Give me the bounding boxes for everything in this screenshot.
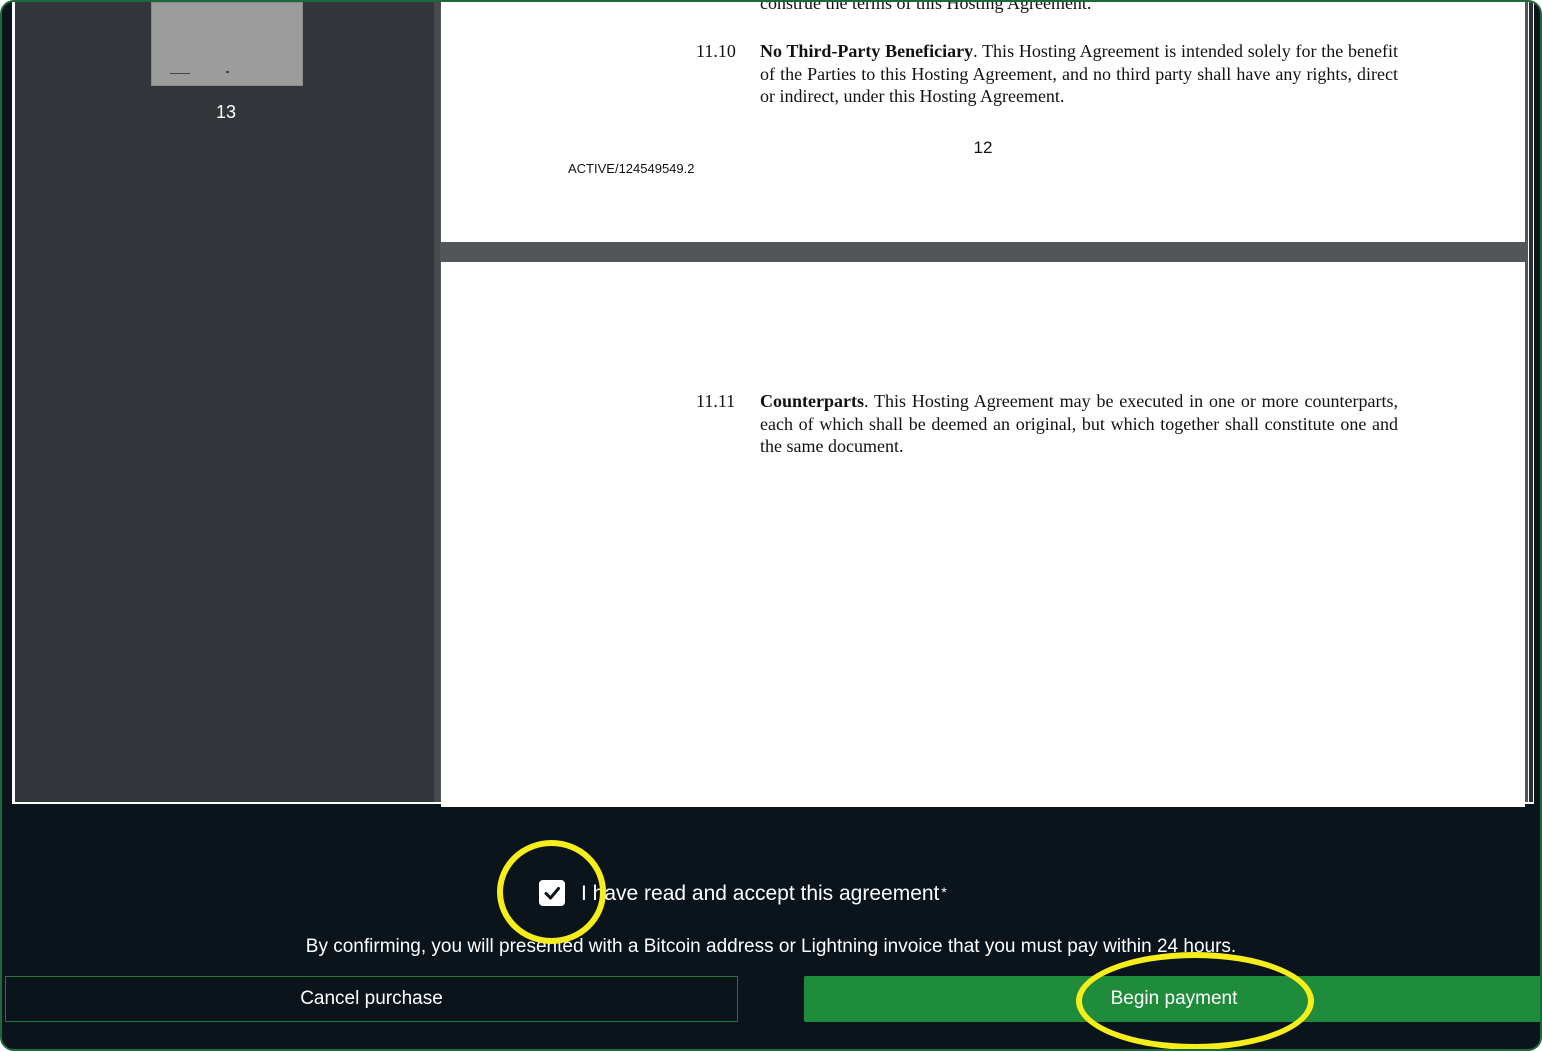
clause-number: 11.11 xyxy=(696,391,736,411)
thumbnail-mark xyxy=(226,71,229,73)
accept-agreement-label[interactable]: I have read and accept this agreement * xyxy=(581,882,947,906)
document-page: construe the terms of this Hosting Agree… xyxy=(441,0,1525,242)
payment-notice: By confirming, you will presented with a… xyxy=(305,936,1237,957)
pdf-viewer: 13 construe the terms of this Hosting Ag… xyxy=(12,0,1534,807)
document-area: construe the terms of this Hosting Agree… xyxy=(440,0,1534,807)
required-marker: * xyxy=(941,884,947,900)
scrollbar-thumb[interactable] xyxy=(1529,2,1533,802)
clause-paragraph: No Third-Party Beneficiary. This Hosting… xyxy=(760,40,1398,108)
clause-fragment: construe the terms of this Hosting Agree… xyxy=(760,0,1092,13)
thumbnail-line xyxy=(170,73,190,74)
accept-agreement-checkbox[interactable] xyxy=(539,880,565,906)
cancel-purchase-button[interactable]: Cancel purchase xyxy=(5,976,738,1022)
app-frame: 13 construe the terms of this Hosting Ag… xyxy=(0,0,1542,1051)
clause-paragraph: Counterparts. This Hosting Agreement may… xyxy=(760,390,1398,458)
clause-heading: No Third-Party Beneficiary xyxy=(760,41,974,61)
document-id: ACTIVE/124549549.2 xyxy=(568,161,695,176)
thumbnail-sidebar: 13 xyxy=(12,2,437,802)
checkmark-icon xyxy=(544,887,560,900)
thumbnail-page-number: 13 xyxy=(215,102,237,122)
begin-payment-button[interactable]: Begin payment xyxy=(804,976,1540,1022)
scrollbar[interactable] xyxy=(1528,2,1534,802)
page-number: 12 xyxy=(973,138,993,157)
document-page: 11.11 Counterparts. This Hosting Agreeme… xyxy=(441,262,1525,807)
clause-number: 11.10 xyxy=(696,41,736,61)
accept-text: I have read and accept this agreement xyxy=(581,882,940,905)
clause-heading: Counterparts xyxy=(760,391,864,411)
page-thumbnail[interactable] xyxy=(151,2,303,86)
